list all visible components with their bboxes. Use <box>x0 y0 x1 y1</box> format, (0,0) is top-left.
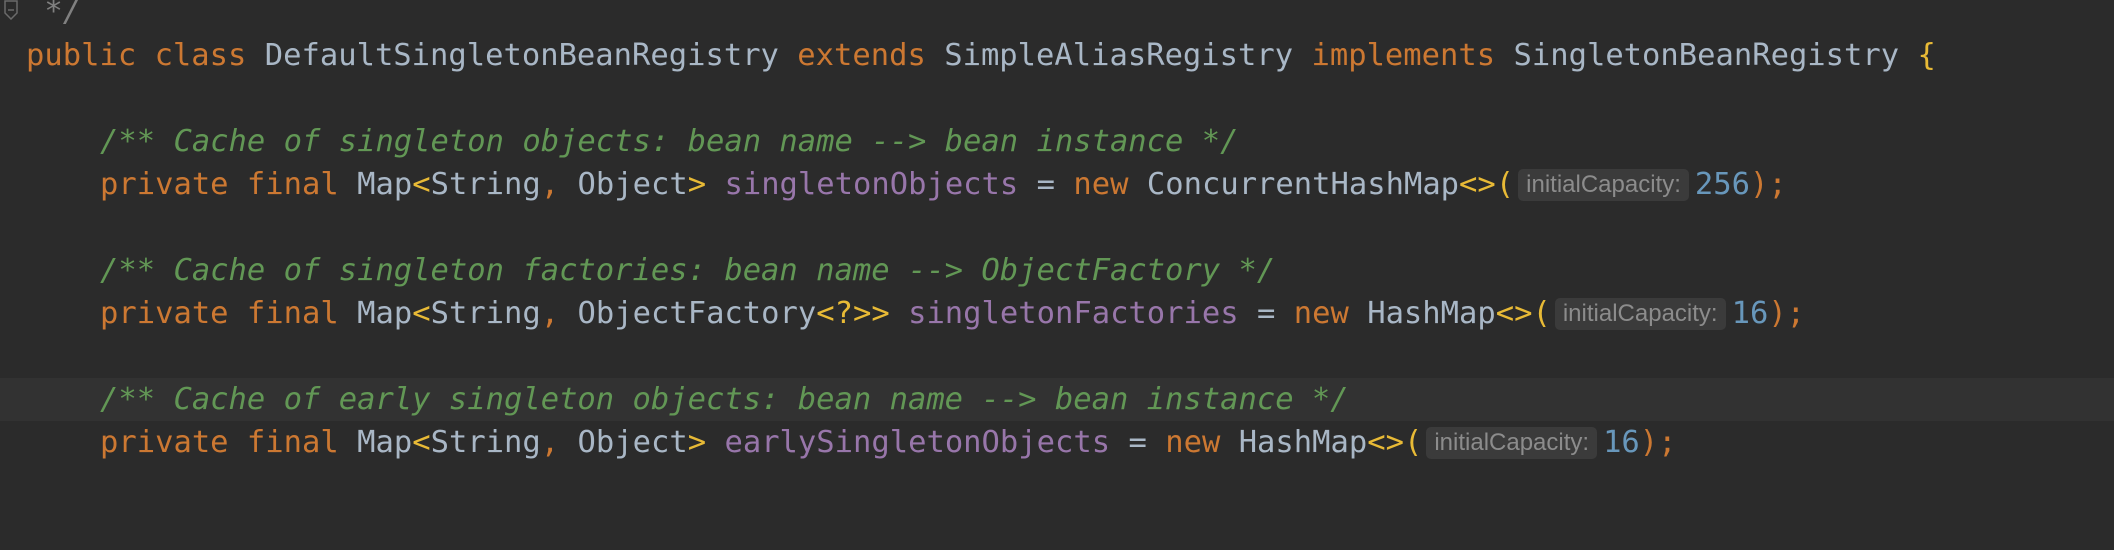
code-line-comment-end[interactable]: */ <box>0 0 2114 33</box>
code-line-comment-singleton-factories[interactable]: /** Cache of singleton factories: bean n… <box>0 249 2114 292</box>
constructor-hash-map[interactable]: HashMap <box>1239 425 1368 460</box>
keyword-final: final <box>246 296 339 331</box>
type-map[interactable]: Map <box>357 296 412 331</box>
keyword-new: new <box>1165 425 1221 460</box>
generic-close: > <box>687 167 707 202</box>
type-object[interactable]: Object <box>578 425 688 460</box>
open-brace: { <box>1917 38 1936 73</box>
assign-operator: = <box>1256 296 1276 331</box>
generic-close: > <box>687 425 707 460</box>
keyword-private: private <box>100 425 229 460</box>
doc-comment: /** Cache of singleton objects: bean nam… <box>100 124 1239 159</box>
keyword-class: class <box>154 38 247 73</box>
assign-operator: = <box>1128 425 1147 460</box>
parameter-hint: initialCapacity: <box>1518 169 1689 201</box>
field-early-singleton-objects[interactable]: earlySingletonObjects <box>724 425 1110 460</box>
parameter-hint: initialCapacity: <box>1426 427 1598 459</box>
code-line-early-singleton-objects[interactable]: private final Map<String, Object> earlyS… <box>0 421 2114 464</box>
type-string[interactable]: String <box>431 425 541 460</box>
code-line-comment-early-singleton-objects[interactable]: /** Cache of early singleton objects: be… <box>0 378 2114 421</box>
close-paren-semicolon: ); <box>1768 296 1806 331</box>
parameter-hint: initialCapacity: <box>1554 298 1726 330</box>
generic-wildcard: <?>> <box>816 296 890 331</box>
diamond-open: <>( <box>1459 167 1515 202</box>
type-string[interactable]: String <box>431 296 541 331</box>
close-paren-semicolon: ); <box>1639 425 1677 460</box>
keyword-new: new <box>1073 167 1129 202</box>
keyword-final: final <box>246 425 339 460</box>
keyword-private: private <box>100 296 229 331</box>
field-singleton-factories[interactable]: singletonFactories <box>908 296 1239 331</box>
diamond-open: <>( <box>1495 296 1551 331</box>
code-line-singleton-objects[interactable]: private final Map<String, Object> single… <box>0 163 2114 206</box>
comma: , <box>540 425 560 460</box>
keyword-new: new <box>1293 296 1349 331</box>
keyword-public: public <box>26 38 137 73</box>
generic-open: < <box>412 296 431 331</box>
diamond-open: <>( <box>1367 425 1423 460</box>
constructor-hash-map[interactable]: HashMap <box>1367 296 1496 331</box>
keyword-extends: extends <box>797 38 926 73</box>
field-singleton-objects[interactable]: singletonObjects <box>724 167 1018 202</box>
type-object[interactable]: Object <box>578 167 688 202</box>
keyword-private: private <box>100 167 229 202</box>
code-editor[interactable]: */ public class DefaultSingletonBeanRegi… <box>0 0 2114 496</box>
argument-number[interactable]: 16 <box>1732 296 1769 331</box>
doc-comment: /** Cache of early singleton objects: be… <box>100 382 1349 417</box>
doc-comment: /** Cache of singleton factories: bean n… <box>100 253 1276 288</box>
keyword-implements: implements <box>1311 38 1496 73</box>
code-line-singleton-factories[interactable]: private final Map<String, ObjectFactory<… <box>0 292 2114 335</box>
comma: , <box>540 167 560 202</box>
class-name[interactable]: DefaultSingletonBeanRegistry <box>265 38 779 73</box>
super-class-name[interactable]: SimpleAliasRegistry <box>944 38 1293 73</box>
close-paren-semicolon: ); <box>1749 167 1787 202</box>
code-line-class-declaration[interactable]: public class DefaultSingletonBeanRegistr… <box>0 34 2114 77</box>
type-map[interactable]: Map <box>357 425 412 460</box>
type-object-factory[interactable]: ObjectFactory <box>578 296 817 331</box>
code-line-comment-singleton-objects[interactable]: /** Cache of singleton objects: bean nam… <box>0 120 2114 163</box>
comma: , <box>540 296 560 331</box>
argument-number[interactable]: 16 <box>1603 425 1640 460</box>
keyword-final: final <box>246 167 339 202</box>
assign-operator: = <box>1036 167 1056 202</box>
type-string[interactable]: String <box>431 167 541 202</box>
interface-name[interactable]: SingletonBeanRegistry <box>1514 38 1900 73</box>
generic-open: < <box>412 425 431 460</box>
constructor-concurrent-hash-map[interactable]: ConcurrentHashMap <box>1147 167 1459 202</box>
argument-number[interactable]: 256 <box>1695 167 1750 202</box>
generic-open: < <box>412 167 431 202</box>
comment-end: */ <box>26 0 82 29</box>
type-map[interactable]: Map <box>357 167 412 202</box>
